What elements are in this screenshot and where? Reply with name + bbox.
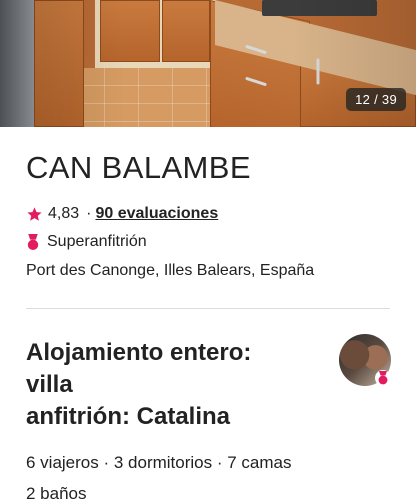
superhost-row: Superanfitrión	[26, 233, 147, 251]
host-title-line: villa	[26, 371, 73, 398]
host-title-line: anfitrión: Catalina	[26, 403, 231, 430]
host-section-title: Alojamiento entero: villa anfitrión: Cat…	[26, 337, 326, 433]
medal-icon	[27, 233, 39, 250]
section-divider	[26, 308, 390, 309]
superhost-badge	[375, 370, 391, 386]
reviews-link[interactable]: 90 evaluaciones	[95, 205, 218, 223]
listing-location[interactable]: Port des Canonge, Illes Balears, España	[26, 262, 314, 280]
separator-dot: ·	[86, 205, 92, 222]
rating-row: 4,83 · 90 evaluaciones	[26, 205, 218, 223]
superhost-badge-icon	[378, 371, 388, 385]
listing-bathrooms: 2 baños	[26, 484, 87, 500]
listing-capacity: 6 viajeros · 3 dormitorios · 7 camas	[26, 453, 292, 472]
rating-value: 4,83	[48, 205, 80, 222]
superhost-label: Superanfitrión	[47, 233, 147, 250]
host-title-line: Alojamiento entero:	[26, 339, 252, 366]
listing-photo-gallery[interactable]: 12 / 39	[0, 0, 416, 127]
photo-counter-badge: 12 / 39	[346, 88, 406, 111]
listing-title: CAN BALAMBE	[26, 150, 251, 185]
star-icon	[27, 206, 42, 221]
